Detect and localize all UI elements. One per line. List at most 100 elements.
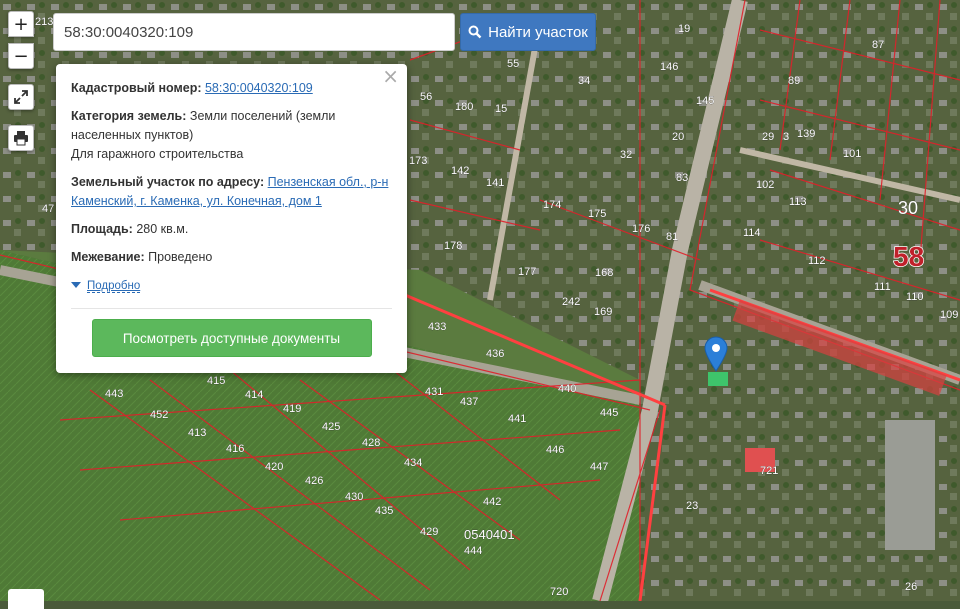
search-icon xyxy=(468,25,482,39)
parcel-label: 83 xyxy=(676,172,688,184)
parcel-label: 142 xyxy=(451,165,469,177)
cadastral-number-row: Кадастровый номер: 58:30:0040320:109 xyxy=(71,79,392,98)
print-button[interactable] xyxy=(8,125,34,151)
parcel-label: 111 xyxy=(874,281,891,293)
cadastral-number-label: Кадастровый номер: xyxy=(71,81,202,95)
parcel-label: 56 xyxy=(420,91,432,103)
parcel-label: 434 xyxy=(404,457,422,469)
address-row: Земельный участок по адресу: Пензенская … xyxy=(71,173,392,211)
parcel-label: 23 xyxy=(686,500,698,512)
parcel-label: 112 xyxy=(808,255,826,267)
parcel-label: 109 xyxy=(940,309,958,321)
parcel-label: 436 xyxy=(486,348,504,360)
address-label: Земельный участок по адресу: xyxy=(71,175,265,189)
parcel-label: 413 xyxy=(188,427,206,439)
caret-down-icon xyxy=(71,282,81,288)
map-pin-icon[interactable] xyxy=(704,336,728,377)
parcel-label: 428 xyxy=(362,437,380,449)
parcel-label: 420 xyxy=(265,461,283,473)
parcel-label: 180 xyxy=(455,101,473,113)
parcel-label: 47 xyxy=(42,203,54,215)
area-value: 280 кв.м. xyxy=(136,222,189,236)
parcel-label: 176 xyxy=(632,223,650,235)
cadastral-search-input[interactable] xyxy=(53,13,455,51)
location-marker-icon xyxy=(704,336,728,372)
parcel-label: 435 xyxy=(375,505,393,517)
parcel-label: 139 xyxy=(797,128,815,140)
parcel-label: 426 xyxy=(305,475,323,487)
expand-icon xyxy=(14,90,28,104)
details-toggle[interactable]: Подробно xyxy=(71,276,392,296)
parcel-label: 437 xyxy=(460,396,478,408)
parcel-label: 174 xyxy=(543,199,561,211)
parcel-label: 102 xyxy=(756,179,774,191)
area-label: Площадь: xyxy=(71,222,133,236)
parcel-label: 141 xyxy=(486,177,504,189)
find-parcel-button[interactable]: Найти участок xyxy=(460,13,596,51)
parcel-label: 414 xyxy=(245,389,263,401)
parcel-label: 433 xyxy=(428,321,446,333)
fullscreen-button[interactable] xyxy=(8,84,34,110)
survey-label: Межевание: xyxy=(71,250,145,264)
parcel-label: 32 xyxy=(620,149,632,161)
block-label: 0540401 xyxy=(464,527,515,542)
parcel-label: 101 xyxy=(843,148,861,160)
find-parcel-label: Найти участок xyxy=(488,23,588,41)
parcel-label: 26 xyxy=(905,581,917,593)
parcel-label: 145 xyxy=(696,95,714,107)
parcel-label: 87 xyxy=(872,39,884,51)
parcel-label: 173 xyxy=(409,155,427,167)
parcel-label: 213 xyxy=(35,16,53,28)
parcel-label: 721 xyxy=(760,465,778,477)
parcel-label: 445 xyxy=(600,407,618,419)
parcel-label: 81 xyxy=(666,231,678,243)
parcel-label: 55 xyxy=(507,58,519,70)
parcel-label: 110 xyxy=(906,291,924,303)
parcel-label: 452 xyxy=(150,409,168,421)
land-category-row: Категория земель: Земли поселений (земли… xyxy=(71,107,392,164)
parcel-label: 113 xyxy=(789,196,807,208)
parcel-label: 430 xyxy=(345,491,363,503)
parcel-label: 29 xyxy=(762,131,774,143)
zoom-out-button[interactable]: − xyxy=(8,43,34,69)
close-icon[interactable]: × xyxy=(382,66,399,86)
details-link[interactable]: Подробно xyxy=(87,280,141,293)
parcel-label: 169 xyxy=(594,306,612,318)
zoom-in-button[interactable]: + xyxy=(8,11,34,37)
parcel-label: 168 xyxy=(595,267,613,279)
printer-icon xyxy=(14,131,28,146)
parcel-label: 720 xyxy=(550,586,568,598)
parcel-label: 89 xyxy=(788,75,800,87)
bottom-panel-tab[interactable] xyxy=(8,589,44,609)
parcel-label: 416 xyxy=(226,443,244,455)
parcel-label: 3 xyxy=(783,131,789,143)
parcel-label: 175 xyxy=(588,208,606,220)
parcel-label: 177 xyxy=(518,266,536,278)
quarter-label: 30 xyxy=(898,198,918,218)
parcel-label: 178 xyxy=(444,240,462,252)
parcel-info-popup: × Кадастровый номер: 58:30:0040320:109 К… xyxy=(56,64,407,373)
survey-row: Межевание: Проведено xyxy=(71,248,392,267)
parcel-label: 20 xyxy=(672,131,684,143)
parcel-label: 443 xyxy=(105,388,123,400)
parcel-label: 15 xyxy=(495,103,507,115)
parcel-label: 431 xyxy=(425,386,443,398)
region-label: 58 xyxy=(893,241,924,272)
survey-value: Проведено xyxy=(148,250,213,264)
land-use-value: Для гаражного строительства xyxy=(71,147,244,161)
parcel-label: 146 xyxy=(660,61,678,73)
parcel-label: 446 xyxy=(546,444,564,456)
cadastral-number-link[interactable]: 58:30:0040320:109 xyxy=(205,81,313,95)
parcel-label: 441 xyxy=(508,413,526,425)
parcel-label: 429 xyxy=(420,526,438,538)
parcel-label: 415 xyxy=(207,375,225,387)
parcel-label: 444 xyxy=(464,545,482,557)
parcel-label: 34 xyxy=(578,75,590,87)
land-category-label: Категория земель: xyxy=(71,109,187,123)
divider xyxy=(71,308,392,309)
parcel-label: 425 xyxy=(322,421,340,433)
parcel-label: 419 xyxy=(283,403,301,415)
parcel-label: 242 xyxy=(562,296,580,308)
parcel-label: 440 xyxy=(558,383,576,395)
view-documents-button[interactable]: Посмотреть доступные документы xyxy=(91,319,372,357)
